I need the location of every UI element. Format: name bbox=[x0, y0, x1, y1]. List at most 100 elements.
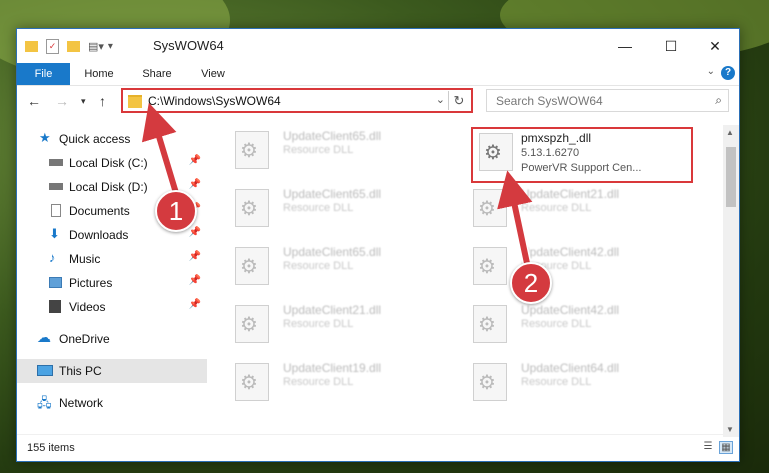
list-item[interactable]: UpdateClient64.dll Resource DLL bbox=[465, 357, 685, 405]
view-options-icon[interactable]: ▤▾ bbox=[88, 40, 104, 53]
dll-file-icon bbox=[473, 189, 507, 227]
list-item[interactable]: UpdateClient42.dll Resource DLL bbox=[465, 299, 685, 347]
chevron-down-icon[interactable]: ⌄ bbox=[436, 93, 445, 106]
maximize-button[interactable]: ☐ bbox=[649, 33, 693, 59]
quick-access-toolbar: ✓ ▤▾ ▾ bbox=[25, 38, 113, 54]
pin-icon[interactable]: 📌 bbox=[189, 299, 201, 310]
list-item[interactable]: UpdateClient21.dll Resource DLL bbox=[465, 183, 685, 231]
navigation-bar: ← → ▾ ↑ C:\Windows\SysWOW64 ⌄ ↻ Search S… bbox=[17, 85, 739, 119]
network-icon: 🖧 bbox=[37, 395, 52, 410]
item-count: 155 items bbox=[27, 442, 75, 454]
pin-icon[interactable]: 📌 bbox=[189, 275, 201, 286]
cloud-icon: ☁ bbox=[37, 329, 51, 345]
file-name: UpdateClient65.dll bbox=[283, 245, 382, 259]
step-badge-1: 1 bbox=[155, 190, 197, 232]
sidebar-item-label: Documents bbox=[69, 204, 130, 218]
help-icon[interactable]: ? bbox=[721, 66, 735, 80]
sidebar-item-quick-access[interactable]: ★ Quick access bbox=[17, 127, 207, 151]
new-folder-icon[interactable] bbox=[67, 40, 80, 52]
file-description: Resource DLL bbox=[521, 202, 592, 214]
address-path[interactable]: C:\Windows\SysWOW64 bbox=[148, 94, 281, 108]
sidebar-item-network[interactable]: 🖧 Network bbox=[17, 391, 207, 415]
address-bar[interactable]: C:\Windows\SysWOW64 ⌄ ↻ bbox=[121, 88, 473, 113]
list-item[interactable]: UpdateClient42.dll Resource DLL bbox=[465, 241, 685, 289]
folder-icon[interactable] bbox=[25, 40, 38, 52]
sidebar-item-music[interactable]: ♪ Music 📌 bbox=[17, 247, 207, 271]
pin-icon[interactable]: 📌 bbox=[189, 179, 201, 190]
file-name: UpdateClient65.dll bbox=[283, 187, 382, 201]
file-name: UpdateClient42.dll bbox=[521, 245, 620, 259]
file-name: UpdateClient21.dll bbox=[283, 303, 382, 317]
dll-file-icon bbox=[473, 305, 507, 343]
sidebar-item-pictures[interactable]: Pictures 📌 bbox=[17, 271, 207, 295]
list-item[interactable]: UpdateClient65.dll Resource DLL bbox=[227, 125, 447, 173]
up-icon[interactable]: ↑ bbox=[99, 93, 106, 109]
step-badge-2: 2 bbox=[510, 262, 552, 304]
close-button[interactable]: ✕ bbox=[693, 33, 737, 59]
window-title: SysWOW64 bbox=[153, 38, 224, 53]
dll-file-icon bbox=[473, 363, 507, 401]
drive-icon bbox=[49, 159, 63, 166]
list-item[interactable]: UpdateClient21.dll Resource DLL bbox=[227, 299, 447, 347]
recent-locations-icon[interactable]: ▾ bbox=[81, 96, 86, 107]
ribbon-tabs: File Home Share View ⌄ ? bbox=[17, 63, 739, 86]
list-item[interactable]: UpdateClient65.dll Resource DLL bbox=[227, 183, 447, 231]
file-name: UpdateClient21.dll bbox=[521, 187, 620, 201]
file-description: Resource DLL bbox=[283, 318, 354, 330]
sidebar-item-videos[interactable]: Videos 📌 bbox=[17, 295, 207, 319]
documents-icon bbox=[51, 204, 61, 217]
list-item[interactable]: UpdateClient19.dll Resource DLL bbox=[227, 357, 447, 405]
tab-home[interactable]: Home bbox=[77, 63, 121, 85]
sidebar-item-local-disk-c[interactable]: Local Disk (C:) 📌 bbox=[17, 151, 207, 175]
sidebar-item-label: Pictures bbox=[69, 276, 113, 290]
properties-icon[interactable]: ✓ bbox=[46, 38, 59, 54]
list-item[interactable]: UpdateClient65.dll Resource DLL bbox=[227, 241, 447, 289]
file-name: UpdateClient19.dll bbox=[283, 361, 382, 375]
drive-icon bbox=[49, 183, 63, 190]
file-name: UpdateClient64.dll bbox=[521, 361, 620, 375]
sidebar-item-label: Quick access bbox=[59, 132, 131, 146]
pin-icon[interactable]: 📌 bbox=[189, 227, 201, 238]
sidebar-item-label: Music bbox=[69, 252, 101, 266]
file-description: Resource DLL bbox=[283, 144, 354, 156]
refresh-icon[interactable]: ↻ bbox=[448, 91, 469, 110]
sidebar-item-label: Local Disk (C:) bbox=[69, 156, 148, 170]
computer-icon bbox=[37, 365, 53, 376]
sidebar-item-this-pc[interactable]: This PC bbox=[17, 359, 207, 383]
vertical-scrollbar[interactable]: ▲ ▼ bbox=[723, 125, 739, 437]
details-view-icon[interactable]: ☰ bbox=[701, 441, 715, 454]
search-placeholder: Search SysWOW64 bbox=[496, 94, 603, 108]
pin-icon[interactable]: 📌 bbox=[189, 155, 201, 166]
title-bar: ✓ ▤▾ ▾ SysWOW64 — ☐ ✕ bbox=[17, 29, 739, 63]
tab-share[interactable]: Share bbox=[135, 63, 179, 85]
scroll-thumb[interactable] bbox=[726, 147, 736, 207]
customize-toolbar-icon[interactable]: ▾ bbox=[108, 41, 113, 52]
dll-file-icon bbox=[235, 131, 269, 169]
file-name: UpdateClient65.dll bbox=[283, 129, 382, 143]
file-description: Resource DLL bbox=[283, 202, 354, 214]
status-bar: 155 items ☰ ▦ bbox=[17, 434, 739, 461]
sidebar-item-onedrive[interactable]: ☁ OneDrive bbox=[17, 327, 207, 351]
file-name: UpdateClient42.dll bbox=[521, 303, 620, 317]
minimize-button[interactable]: — bbox=[603, 33, 647, 59]
dll-file-icon bbox=[235, 189, 269, 227]
sidebar-item-label: This PC bbox=[59, 364, 102, 378]
dll-file-icon bbox=[235, 247, 269, 285]
scroll-down-icon[interactable]: ▼ bbox=[726, 425, 734, 434]
search-input[interactable]: Search SysWOW64 ⌕ bbox=[486, 89, 729, 112]
sidebar-item-label: Network bbox=[59, 396, 104, 410]
expand-ribbon-icon[interactable]: ⌄ bbox=[707, 66, 715, 77]
highlight-box bbox=[471, 127, 693, 183]
tiles-view-icon[interactable]: ▦ bbox=[719, 441, 733, 454]
tab-view[interactable]: View bbox=[193, 63, 233, 85]
scroll-up-icon[interactable]: ▲ bbox=[726, 128, 734, 137]
pin-icon[interactable]: 📌 bbox=[189, 251, 201, 262]
file-description: Resource DLL bbox=[283, 376, 354, 388]
forward-icon[interactable]: → bbox=[55, 93, 69, 109]
explorer-window: ✓ ▤▾ ▾ SysWOW64 — ☐ ✕ File Home Share Vi… bbox=[16, 28, 740, 462]
back-icon[interactable]: ← bbox=[27, 93, 41, 109]
dll-file-icon bbox=[235, 363, 269, 401]
tab-file[interactable]: File bbox=[17, 63, 70, 85]
file-list: UpdateClient65.dll Resource DLL UpdateCl… bbox=[213, 125, 723, 435]
search-icon[interactable]: ⌕ bbox=[715, 93, 722, 108]
